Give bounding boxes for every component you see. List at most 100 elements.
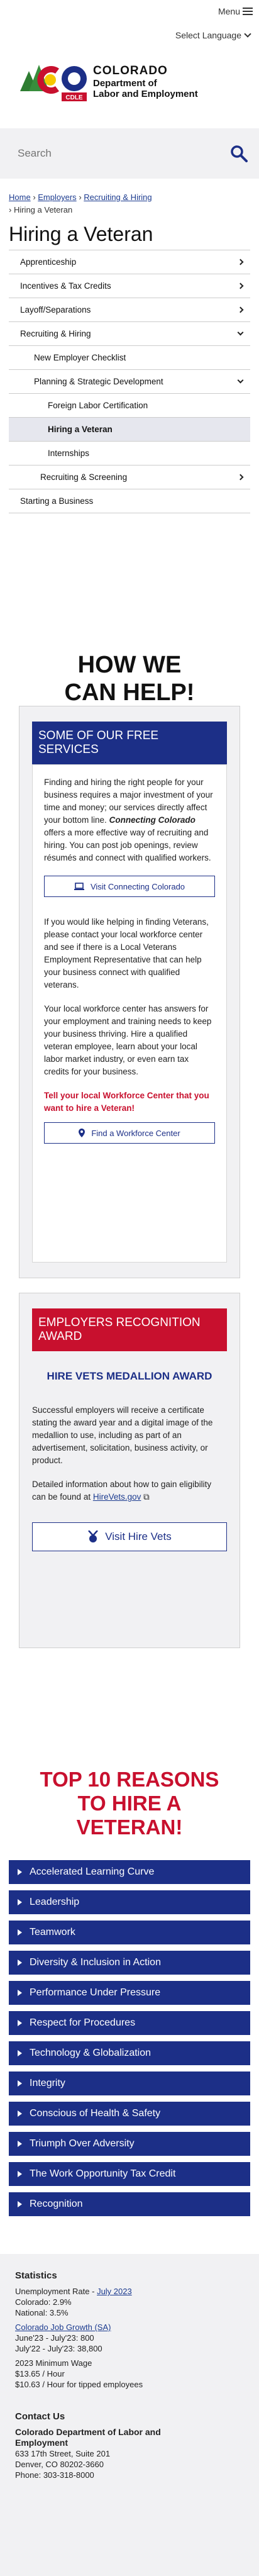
- laptop-icon: [74, 883, 84, 890]
- breadcrumb-recruiting[interactable]: Recruiting & Hiring: [84, 192, 152, 202]
- reasons-heading: TOP 10 REASONS TO HIRE A VETERAN!: [40, 1768, 219, 1839]
- caret-right-icon: [18, 2110, 22, 2117]
- cdle-logo-icon: CDLE: [20, 64, 87, 101]
- caret-right-icon: [18, 1990, 22, 1996]
- unemployment-link[interactable]: July 2023: [97, 2287, 132, 2296]
- reasons-list: Accelerated Learning Curve Leadership Te…: [9, 1860, 250, 2216]
- services-paragraph-2: If you would like helping in finding Vet…: [44, 917, 209, 990]
- nav-item-planning[interactable]: Planning & Strategic Development: [9, 370, 250, 394]
- caret-right-icon: [18, 1929, 22, 1936]
- nav-item-foreign-labor[interactable]: Foreign Labor Certification: [9, 394, 250, 418]
- services-paragraph-1: Finding and hiring the right people for …: [44, 778, 213, 862]
- services-banner: SOME OF OUR FREE SERVICES: [32, 722, 227, 764]
- nav-item-recruiting-hiring[interactable]: Recruiting & Hiring: [9, 322, 250, 346]
- chevron-down-icon: [237, 377, 244, 384]
- award-banner: EMPLOYERS RECOGNITION AWARD: [32, 1308, 227, 1351]
- external-link-icon: ⧉: [143, 1492, 150, 1502]
- min-wage-heading: 2023 Minimum Wage: [15, 2358, 92, 2368]
- breadcrumb-home[interactable]: Home: [9, 192, 31, 202]
- map-pin-icon: [79, 1129, 85, 1137]
- nav-item-incentives[interactable]: Incentives & Tax Credits: [9, 274, 250, 298]
- menu-label: Menu: [218, 6, 240, 16]
- services-content: Finding and hiring the right people for …: [32, 764, 227, 1263]
- min-wage-tipped: $10.63 / Hour for tipped employees: [15, 2380, 143, 2389]
- search-input[interactable]: [18, 147, 206, 160]
- national-rate: National: 3.5%: [15, 2308, 69, 2317]
- section-nav: Apprenticeship Incentives & Tax Credits …: [9, 250, 250, 513]
- search-bar: [0, 128, 259, 179]
- nav-item-starting-business[interactable]: Starting a Business: [9, 489, 250, 513]
- reason-accordion[interactable]: Diversity & Inclusion in Action: [9, 1951, 250, 1975]
- caret-right-icon: [18, 2171, 22, 2177]
- contact-heading: Contact Us: [15, 2411, 65, 2422]
- services-callout: Tell your local Workforce Center that yo…: [44, 1091, 209, 1113]
- breadcrumb-employers[interactable]: Employers: [38, 192, 76, 202]
- services-paragraph-3: Your local workforce center has answers …: [44, 1004, 212, 1076]
- caret-right-icon: [18, 1899, 22, 1905]
- org-name-line-1: Colorado Department of Labor and: [15, 2427, 161, 2437]
- chevron-down-icon: [244, 30, 251, 38]
- reason-accordion[interactable]: Accelerated Learning Curve: [9, 1860, 250, 1884]
- nav-item-internships[interactable]: Internships: [9, 442, 250, 466]
- chevron-right-icon: [237, 282, 244, 289]
- caret-right-icon: [18, 2201, 22, 2207]
- breadcrumb-current: Hiring a Veteran: [13, 205, 73, 215]
- menu-button[interactable]: Menu: [218, 6, 253, 17]
- reason-accordion[interactable]: Recognition: [9, 2192, 250, 2216]
- award-paragraph-2: Detailed information about how to gain e…: [32, 1480, 212, 1502]
- find-workforce-center-button[interactable]: Find a Workforce Center: [44, 1122, 215, 1144]
- nav-item-apprenticeship[interactable]: Apprenticeship: [9, 250, 250, 274]
- org-name-line-2: Employment: [15, 2438, 69, 2448]
- hirevets-link[interactable]: HireVets.gov: [93, 1492, 141, 1502]
- logo-line-1: COLORADO: [93, 64, 168, 78]
- reason-accordion[interactable]: Integrity: [9, 2071, 250, 2095]
- caret-right-icon: [18, 1869, 22, 1875]
- june-growth: June'23 - July'23: 800: [15, 2333, 94, 2343]
- language-label: Select Language: [175, 30, 241, 40]
- phone: Phone: 303-318-8000: [15, 2470, 94, 2480]
- award-title: HIRE VETS MEDALLION AWARD: [47, 1370, 212, 1382]
- nav-item-layoff[interactable]: Layoff/Separations: [9, 298, 250, 322]
- logo-text: COLORADO Department of Labor and Employm…: [93, 64, 198, 99]
- reason-accordion[interactable]: Triumph Over Adversity: [9, 2132, 250, 2156]
- award-card: EMPLOYERS RECOGNITION AWARD HIRE VETS ME…: [19, 1293, 240, 1648]
- services-card: SOME OF OUR FREE SERVICES Finding and hi…: [19, 706, 240, 1278]
- nav-item-recruiting-screening[interactable]: Recruiting & Screening: [9, 466, 250, 489]
- reason-accordion[interactable]: Leadership: [9, 1890, 250, 1914]
- site-footer: Statistics Unemployment Rate - July 2023…: [0, 2254, 259, 2576]
- chevron-right-icon: [237, 259, 244, 265]
- colorado-rate: Colorado: 2.9%: [15, 2297, 72, 2307]
- award-paragraph-1: Successful employers will receive a cert…: [32, 1405, 213, 1465]
- july-growth: July'22 - July'23: 38,800: [15, 2344, 102, 2353]
- unemployment-rate: Unemployment Rate - July 2023: [15, 2287, 132, 2296]
- caret-right-icon: [18, 2080, 22, 2087]
- logo-line-2: Department of: [93, 78, 157, 89]
- reason-accordion[interactable]: The Work Opportunity Tax Credit: [9, 2162, 250, 2186]
- medal-icon: [88, 1531, 99, 1542]
- reason-accordion[interactable]: Teamwork: [9, 1921, 250, 1944]
- hamburger-icon: [243, 6, 253, 17]
- language-selector[interactable]: Select Language: [0, 23, 259, 48]
- breadcrumb: Home › Employers › Recruiting & Hiring ›…: [9, 192, 152, 215]
- visit-connecting-colorado-button[interactable]: Visit Connecting Colorado: [44, 876, 215, 897]
- logo-badge-text: CDLE: [65, 94, 83, 101]
- caret-right-icon: [18, 2141, 22, 2147]
- visit-hire-vets-button[interactable]: Visit Hire Vets: [32, 1522, 227, 1551]
- address-line-2: Denver, CO 80202-3660: [15, 2460, 104, 2469]
- reason-accordion[interactable]: Conscious of Health & Safety: [9, 2102, 250, 2126]
- search-icon[interactable]: [230, 145, 248, 162]
- chevron-right-icon: [237, 306, 244, 313]
- help-heading: HOW WE CAN HELP!: [64, 652, 195, 706]
- reason-accordion[interactable]: Technology & Globalization: [9, 2041, 250, 2065]
- reason-accordion[interactable]: Performance Under Pressure: [9, 1981, 250, 2005]
- top-bar: Menu: [0, 0, 259, 23]
- min-wage: $13.65 / Hour: [15, 2369, 65, 2378]
- caret-right-icon: [18, 2050, 22, 2056]
- site-logo[interactable]: CDLE COLORADO Department of Labor and Em…: [0, 48, 259, 117]
- chevron-right-icon: [237, 474, 244, 481]
- job-growth-link[interactable]: Colorado Job Growth (SA): [15, 2322, 111, 2332]
- nav-item-hiring-veteran[interactable]: Hiring a Veteran: [9, 418, 250, 442]
- reason-accordion[interactable]: Respect for Procedures: [9, 2011, 250, 2035]
- nav-item-new-employer-checklist[interactable]: New Employer Checklist: [9, 346, 250, 370]
- statistics-heading: Statistics: [15, 2270, 57, 2281]
